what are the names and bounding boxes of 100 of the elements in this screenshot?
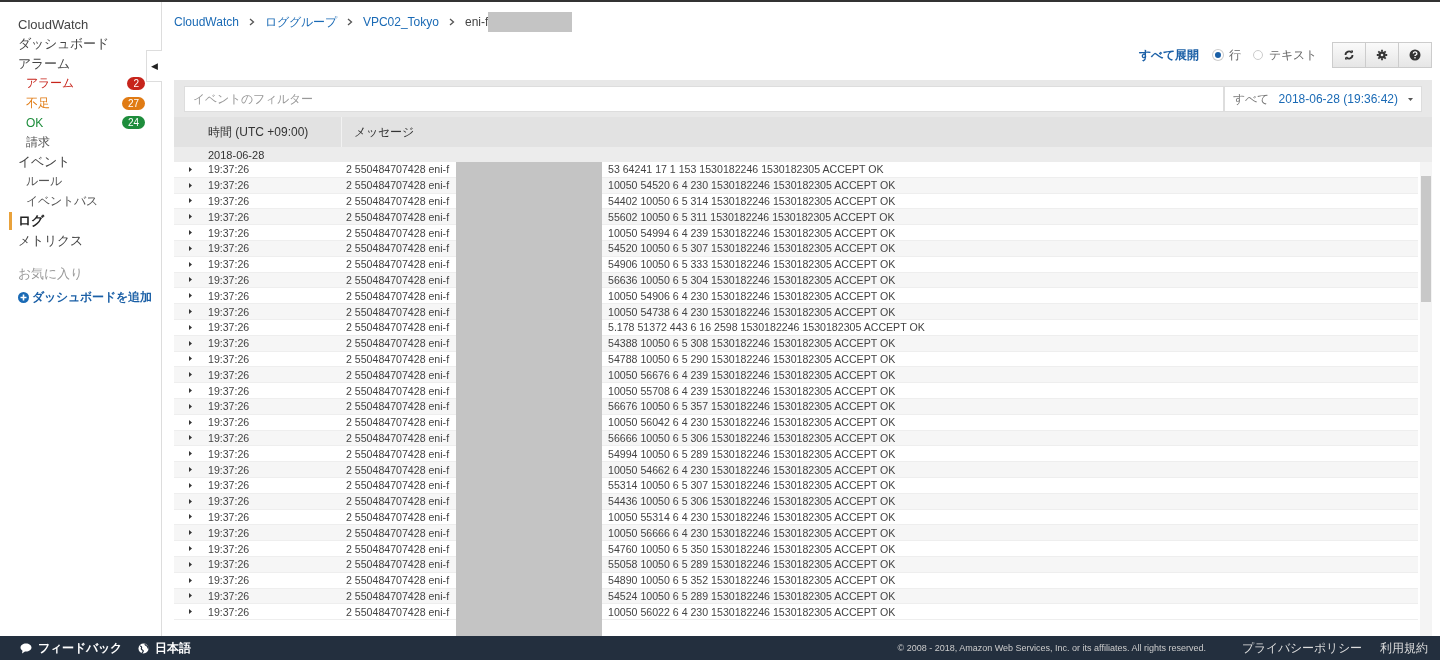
expand-arrow-icon: [188, 498, 192, 504]
table-cell-text: 19:37:26: [208, 289, 251, 302]
table-cell: 10050 54906 6 4 230 1530182246 1530182305 ACCEPT OK: [608, 289, 896, 302]
expand-arrow-icon: [188, 277, 192, 283]
table-cell-text: 19:37:26: [208, 479, 251, 492]
expand-arrow-icon: [188, 356, 192, 362]
expand-arrow-icon: [188, 419, 192, 425]
table-cell-text: 19:37:26: [208, 210, 251, 223]
table-cell-text: 2 550484707428 eni-f: [346, 195, 451, 207]
footer-link[interactable]: プライバシーポリシー: [1242, 639, 1362, 657]
sidebar-item[interactable]: ダッシュボード: [18, 35, 109, 53]
expand-arrow-icon: [188, 482, 192, 488]
table-cell-text: 2 550484707428 eni-f: [346, 400, 451, 413]
filter-field[interactable]: イベントのフィルター: [184, 86, 1224, 112]
table-cell-text: 2 550484707428 eni-f: [346, 305, 451, 318]
sidebar-item[interactable]: メトリクス: [18, 232, 83, 250]
table-cell-text: 19:37:26: [208, 605, 251, 618]
table-cell-text: 19:37:26: [208, 463, 251, 476]
table-cell-text: 19:37:26: [208, 447, 251, 460]
table-cell: 10050 55708 6 4 239 1530182246 1530182305 ACCEPT OK: [608, 384, 896, 397]
collapse-button[interactable]: ◀: [146, 50, 162, 82]
scrollbar-thumb[interactable]: [1421, 176, 1431, 302]
table-cell-text: 19:37:26: [208, 495, 251, 508]
table-cell-text: 2 550484707428 eni-f: [346, 605, 451, 618]
table-cell-text: 2 550484707428 eni-f: [346, 368, 451, 381]
table-cell-text: 2 550484707428 eni-f: [346, 447, 451, 460]
expand-arrow-icon: [188, 514, 192, 520]
sidebar-item[interactable]: アラーム: [18, 75, 74, 93]
expand-arrow-icon: [188, 546, 192, 551]
expand-arrow-icon: [188, 230, 192, 236]
table-cell-text: 2 550484707428 eni-f: [346, 463, 451, 476]
table-cell-text: 2 550484707428 eni-f: [346, 337, 451, 350]
expand-arrow-icon: [188, 261, 192, 267]
table-cell-text: 19:37:26: [208, 179, 251, 192]
table-cell: 10050 54994 6 4 239 1530182246 1530182305 ACCEPT OK: [608, 226, 896, 239]
refresh-button[interactable]: [1332, 42, 1366, 68]
table-cell-text: 2 550484707428 eni-f: [346, 210, 451, 223]
table-cell: 56676 10050 6 5 357 1530182246 1530182305 ACCEPT OK: [608, 400, 896, 413]
help-button[interactable]: [1398, 42, 1432, 68]
expand-arrow-icon: [188, 198, 192, 204]
copyright-text: © 2008 - 2018, Amazon Web Services, Inc. or its affiliates. All rights reserved.: [897, 643, 1206, 653]
table-cell-text: 19:37:26: [208, 384, 251, 397]
caret-down-icon: [1408, 97, 1413, 101]
expand-arrow-icon: [188, 577, 192, 583]
table-cell: 54524 10050 6 5 289 1530182246 1530182305 ACCEPT OK: [608, 589, 896, 602]
table-cell: 56636 10050 6 5 304 1530182246 1530182305 ACCEPT OK: [608, 273, 896, 286]
sidebar-item[interactable]: イベント: [18, 153, 70, 171]
sidebar-item[interactable]: OK: [18, 115, 44, 130]
time-range-dropdown[interactable]: すべて 2018-06-28 (19:36:42): [1223, 86, 1422, 112]
table-cell-text: 2 550484707428 eni-f: [346, 226, 451, 239]
footer-link[interactable]: 利用規約: [1380, 639, 1428, 657]
table-cell-text: 19:37:26: [208, 368, 251, 381]
chevron-right-icon: [248, 18, 255, 26]
table-cell: 10050 56042 6 4 230 1530182246 1530182305 ACCEPT OK: [608, 416, 896, 429]
breadcrumb-link[interactable]: ロググループ: [264, 13, 337, 31]
breadcrumb-link[interactable]: CloudWatch: [174, 15, 239, 29]
table-cell-text: 2 550484707428 eni-f: [346, 321, 451, 334]
table-cell-text: 2 550484707428 eni-f: [346, 526, 451, 539]
table-cell-text: 2 550484707428 eni-f: [346, 163, 451, 176]
table-cell-text: 2 550484707428 eni-f: [346, 431, 451, 444]
settings-button[interactable]: [1365, 42, 1399, 68]
table-cell-text: 19:37:26: [208, 242, 251, 255]
table-cell-text: 2 550484707428 eni-f: [346, 289, 451, 302]
table-cell: 54788 10050 6 5 290 1530182246 1530182305 ACCEPT OK: [608, 352, 896, 365]
table-cell: 54520 10050 6 5 307 1530182246 1530182305 ACCEPT OK: [608, 242, 896, 255]
expand-arrow-icon: [188, 530, 192, 536]
language-link[interactable]: 日本語: [138, 639, 191, 657]
table-cell: 10050 56676 6 4 239 1530182246 1530182305 ACCEPT OK: [608, 368, 896, 381]
sidebar-item[interactable]: ダッシュボードを追加: [18, 288, 152, 306]
table-cell-text: 19:37:26: [208, 273, 251, 286]
expand-arrow-icon: [188, 309, 192, 315]
sidebar-item[interactable]: アラーム: [18, 55, 70, 73]
table-cell: 10050 54738 6 4 230 1530182246 1530182305 ACCEPT OK: [608, 305, 896, 318]
expand-arrow-icon: [188, 593, 192, 599]
expand-all-link[interactable]: すべて展開: [1139, 46, 1199, 64]
table-cell-text: 19:37:26: [208, 589, 251, 602]
table-cell-text: 19:37:26: [208, 526, 251, 539]
table-cell: 54402 10050 6 5 314 1530182246 1530182305 ACCEPT OK: [608, 195, 896, 207]
breadcrumb-link[interactable]: VPC02_Tokyo: [362, 15, 439, 29]
table-cell-text: 2 550484707428 eni-f: [346, 558, 451, 571]
sidebar-item[interactable]: ログ: [9, 212, 44, 230]
view-radio[interactable]: [1253, 50, 1263, 60]
plus-circle-icon: [18, 291, 29, 303]
settings-icon: [1376, 49, 1388, 61]
table-cell-text: 2 550484707428 eni-f: [346, 495, 451, 508]
sidebar-item[interactable]: CloudWatch: [18, 16, 89, 32]
sidebar-item[interactable]: イベントバス: [18, 192, 98, 210]
sidebar-item[interactable]: 請求: [18, 133, 50, 151]
expand-arrow-icon: [188, 293, 192, 299]
sidebar-item[interactable]: ルール: [18, 173, 62, 191]
table-cell-text: 19:37:26: [208, 400, 251, 413]
table-cell: 5.178 51372 443 6 16 2598 1530182246 1530182305 ACCEPT OK: [608, 321, 925, 334]
feedback-link[interactable]: フィードバック: [20, 639, 122, 657]
table-cell-text: 2 550484707428 eni-f: [346, 479, 451, 492]
table-cell-text: 19:37:26: [208, 510, 251, 523]
table-cell-text: 2 550484707428 eni-f: [346, 542, 451, 555]
expand-arrow-icon: [188, 182, 192, 188]
date-group-label: 2018-06-28: [208, 148, 265, 161]
expand-arrow-icon: [188, 245, 192, 251]
scrollbar[interactable]: [1420, 162, 1432, 636]
